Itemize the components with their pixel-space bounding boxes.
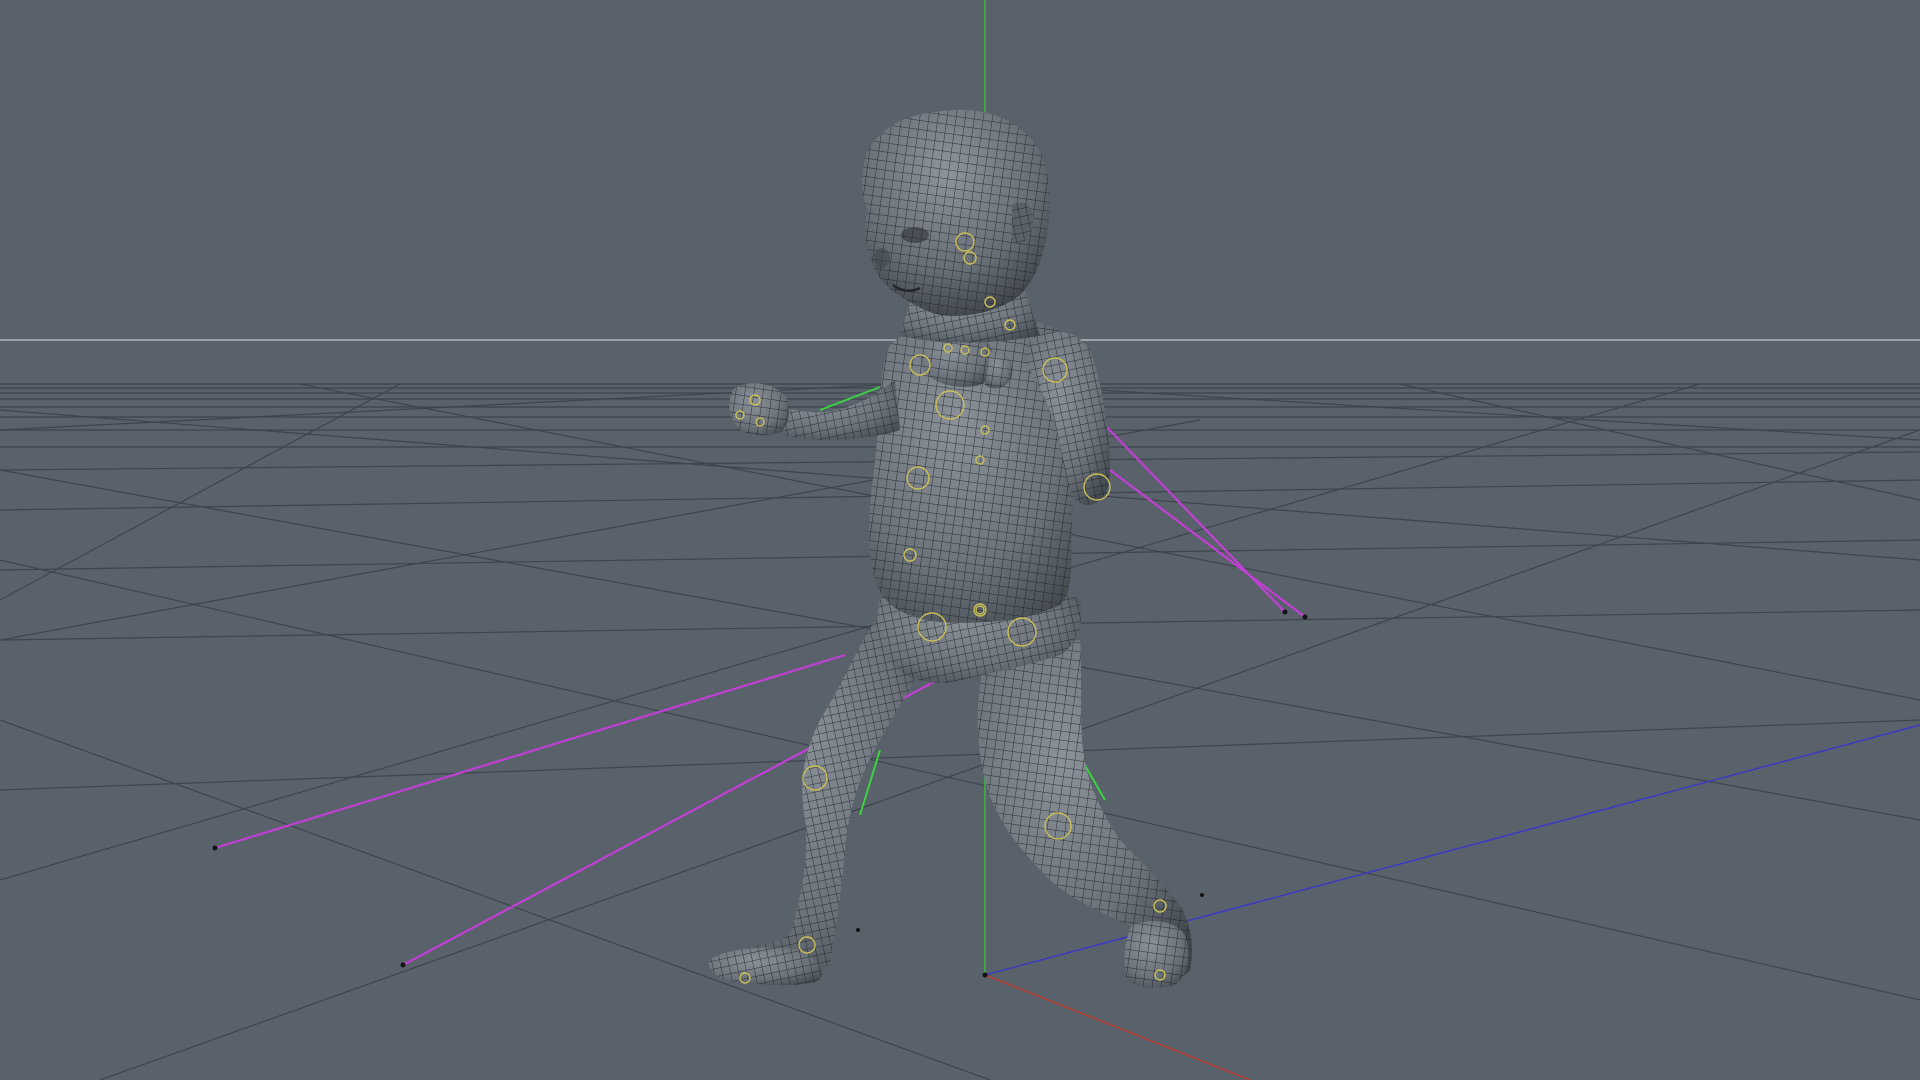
viewport-scene[interactable]: [0, 0, 1920, 1080]
world-origin: [982, 972, 988, 978]
eye-region: [901, 227, 929, 243]
3d-viewport[interactable]: [0, 0, 1920, 1080]
nose-region: [874, 248, 890, 268]
head-mesh[interactable]: [862, 109, 1050, 316]
